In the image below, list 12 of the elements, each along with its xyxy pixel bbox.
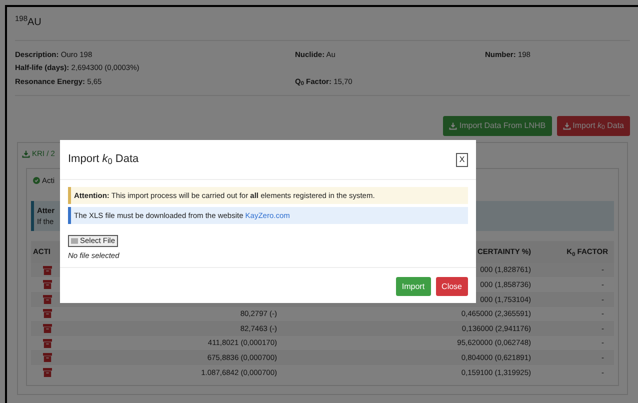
import-button[interactable]: Import k$_{0}$ Data: [556, 116, 630, 136]
close-button[interactable]: X: [456, 152, 468, 166]
download-icon: [562, 122, 571, 130]
import-button[interactable]: Import Data From LNHB: [443, 116, 552, 136]
check-circle-icon: [33, 177, 40, 184]
import-button[interactable]: Import: [396, 277, 431, 296]
download-icon: [22, 150, 30, 158]
page-title: $^{198}$AU: [15, 15, 630, 41]
download-icon: [449, 122, 458, 130]
dialog-title: Import k$_{0}$ Data: [68, 152, 139, 168]
file-icon: [71, 238, 78, 244]
close-button[interactable]: Close: [436, 277, 468, 296]
